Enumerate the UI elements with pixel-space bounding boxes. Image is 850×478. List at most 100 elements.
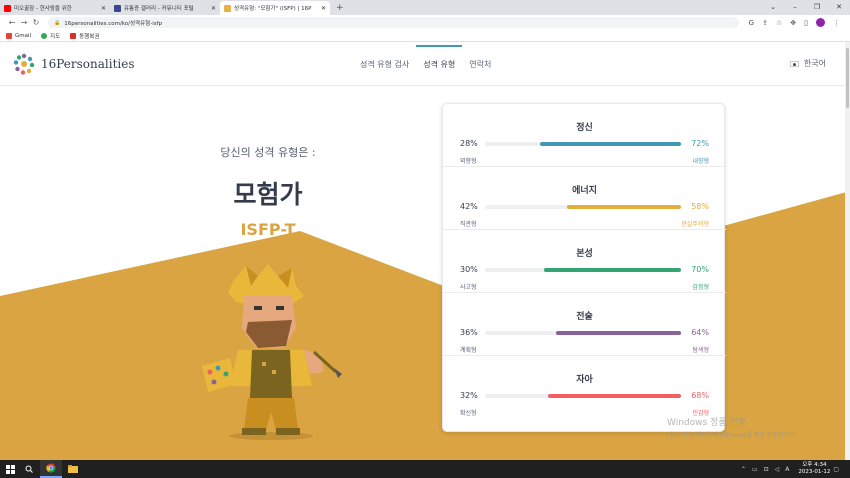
url-text: 16personalities.com/ko/성격유형-isfp — [64, 20, 163, 27]
trait-right-percent: 58% — [691, 202, 709, 211]
clock-time: 오후 4:34 — [802, 462, 827, 468]
16personalities-favicon-icon — [224, 4, 231, 12]
trait-bar-track — [485, 331, 681, 335]
trait-left-label: 직관형 — [460, 221, 477, 228]
gallery-favicon-icon — [114, 4, 121, 12]
window-controls: ⌄ – ❐ ✕ — [762, 0, 850, 14]
browser-tab-16personalities[interactable]: 성격유형: "모험가" (ISFP) | 16P ✕ — [220, 1, 330, 15]
bookmark-label: Gmail — [15, 32, 32, 39]
trait-left-label: 사고형 — [460, 284, 477, 291]
trait-bar-fill — [539, 142, 681, 146]
tab-title: 미오꿀잠 - 현사람을 위한 — [14, 6, 72, 12]
trait-right-percent: 68% — [691, 391, 709, 400]
tray-monitor-icon[interactable]: ▭ — [752, 466, 758, 473]
minimize-icon[interactable]: – — [784, 0, 806, 14]
notification-icon[interactable]: ▢ — [833, 466, 839, 473]
windows-taskbar: ⌃ ▭ ⊡ ◁ A 오후 4:34 2023-01-12 ▢ — [0, 460, 850, 478]
address-bar[interactable]: 🔒 16personalities.com/ko/성격유형-isfp — [48, 17, 739, 28]
profile-avatar-icon[interactable] — [816, 18, 825, 27]
tab-search-icon[interactable]: ⌄ — [762, 0, 784, 14]
trait-title: 본성 — [576, 249, 593, 259]
bookmark-lottery[interactable]: 동행복권 — [70, 32, 99, 40]
taskbar-chrome-icon[interactable] — [40, 460, 62, 478]
traits-card: 정신 28% 72% 외향형 내향형 에너지 42% 58% 직관형 현실주의형 본성 30% 70% 사… — [442, 103, 726, 432]
result-section: 당신의 성격 유형은 : 모험가 ISFP-T 정신28%72%외향형내 — [0, 86, 850, 460]
trait-left-label: 계획형 — [460, 347, 477, 354]
main-nav: 성격 유형 검사 성격 유형 연락처 — [353, 42, 498, 86]
tray-ime-icon[interactable]: A — [785, 466, 789, 473]
logo-dots-icon — [13, 53, 35, 75]
tab-title: 유통증 갤러리 - 커뮤니티 포털 — [124, 6, 194, 12]
site-header: 16Personalities 성격 유형 검사 성격 유형 연락처 한국어 — [0, 42, 850, 86]
close-window-icon[interactable]: ✕ — [828, 0, 850, 14]
trait-left-label: 확신형 — [460, 410, 477, 417]
trait-left-percent: 32% — [460, 391, 478, 400]
bookmarks-bar: Gmail 지도 동행복권 — [0, 30, 850, 42]
trait-bar-fill — [547, 394, 681, 398]
windows-start-icon[interactable] — [2, 460, 18, 478]
trait-title: 에너지 — [572, 186, 597, 196]
windows-activation-watermark: Windows 정품 인증 [설정]으로 이동하여 Windows를 정품 인증… — [667, 415, 796, 439]
taskbar-clock[interactable]: 오후 4:34 2023-01-12 — [798, 462, 830, 476]
taskbar-search-icon[interactable] — [18, 460, 40, 478]
page-scrollbar[interactable] — [845, 42, 850, 460]
trait-right-percent: 72% — [691, 139, 709, 148]
close-tab-icon[interactable]: ✕ — [101, 5, 106, 12]
youtube-favicon-icon — [4, 4, 11, 12]
lock-icon[interactable]: 🔒 — [54, 20, 60, 26]
tray-network-icon[interactable]: ⊡ — [764, 466, 769, 473]
browser-toolbar: ← → ↻ 🔒 16personalities.com/ko/성격유형-isfp… — [0, 15, 850, 30]
system-tray: ⌃ ▭ ⊡ ◁ A 오후 4:34 2023-01-12 ▢ — [738, 460, 842, 478]
reload-icon[interactable]: ↻ — [30, 18, 42, 27]
language-selector[interactable]: 한국어 — [789, 42, 826, 86]
close-tab-icon[interactable]: ✕ — [211, 5, 216, 12]
extensions-icon[interactable]: ✥ — [790, 19, 796, 27]
type-code: ISFP-T — [240, 220, 296, 239]
trait-left-percent: 42% — [460, 202, 478, 211]
forward-icon[interactable]: → — [18, 18, 30, 27]
trait-title: 자아 — [576, 375, 593, 385]
google-icon[interactable]: G — [749, 19, 754, 27]
bookmark-maps[interactable]: 지도 — [41, 32, 60, 40]
korea-flag-icon — [789, 61, 799, 67]
logo-text: 16Personalities — [41, 57, 135, 71]
browser-tab-youtube[interactable]: 미오꿀잠 - 현사람을 위한 ✕ — [0, 1, 110, 15]
scrollbar-thumb[interactable] — [846, 48, 849, 108]
maps-pin-icon — [41, 32, 48, 39]
trait-bar-track — [485, 205, 681, 209]
trait-bar-track — [485, 142, 681, 146]
close-tab-icon[interactable]: ✕ — [321, 5, 326, 12]
trait-left-label: 외향형 — [460, 158, 477, 165]
trait-right-label: 탐색형 — [692, 347, 709, 354]
trait-bar-fill — [555, 331, 681, 335]
nav-test[interactable]: 성격 유형 검사 — [353, 42, 416, 86]
result-intro: 당신의 성격 유형은 : — [220, 146, 316, 159]
trait-row: 전술 36% 64% 계획형 탐색형 — [443, 293, 726, 356]
bookmark-label: 동행복권 — [79, 33, 100, 40]
maximize-icon[interactable]: ❐ — [806, 0, 828, 14]
trait-bar-track — [485, 394, 681, 398]
tray-expand-icon[interactable]: ⌃ — [741, 466, 746, 473]
trait-row: 에너지 42% 58% 직관형 현실주의형 — [443, 167, 726, 230]
back-icon[interactable]: ← — [6, 18, 18, 27]
adventurer-character-illustration — [202, 264, 342, 440]
taskbar-folder-icon[interactable] — [62, 460, 84, 478]
site-logo[interactable]: 16Personalities — [13, 53, 135, 75]
clock-date: 2023-01-12 — [798, 469, 831, 475]
menu-icon[interactable]: ⋮ — [833, 19, 840, 27]
trait-right-label: 감정형 — [692, 284, 709, 291]
bookmark-gmail[interactable]: Gmail — [6, 32, 32, 39]
new-tab-button[interactable]: + — [330, 1, 350, 15]
sidebar-icon[interactable]: ▯ — [804, 19, 808, 27]
nav-contact[interactable]: 연락처 — [462, 42, 498, 86]
tray-volume-icon[interactable]: ◁ — [775, 466, 780, 473]
nav-types[interactable]: 성격 유형 — [416, 42, 463, 86]
trait-right-percent: 70% — [691, 265, 709, 274]
trait-row: 본성 30% 70% 사고형 감정형 — [443, 230, 726, 293]
trait-left-percent: 30% — [460, 265, 478, 274]
watermark-line2: [설정]으로 이동하여 Windows를 정품 인증합니다. — [667, 432, 797, 439]
share-icon[interactable]: ⇪ — [762, 19, 768, 27]
trait-title: 전술 — [576, 312, 593, 322]
browser-tab-gallery[interactable]: 유통증 갤러리 - 커뮤니티 포털 ✕ — [110, 1, 220, 15]
bookmark-star-icon[interactable]: ☆ — [776, 19, 782, 27]
